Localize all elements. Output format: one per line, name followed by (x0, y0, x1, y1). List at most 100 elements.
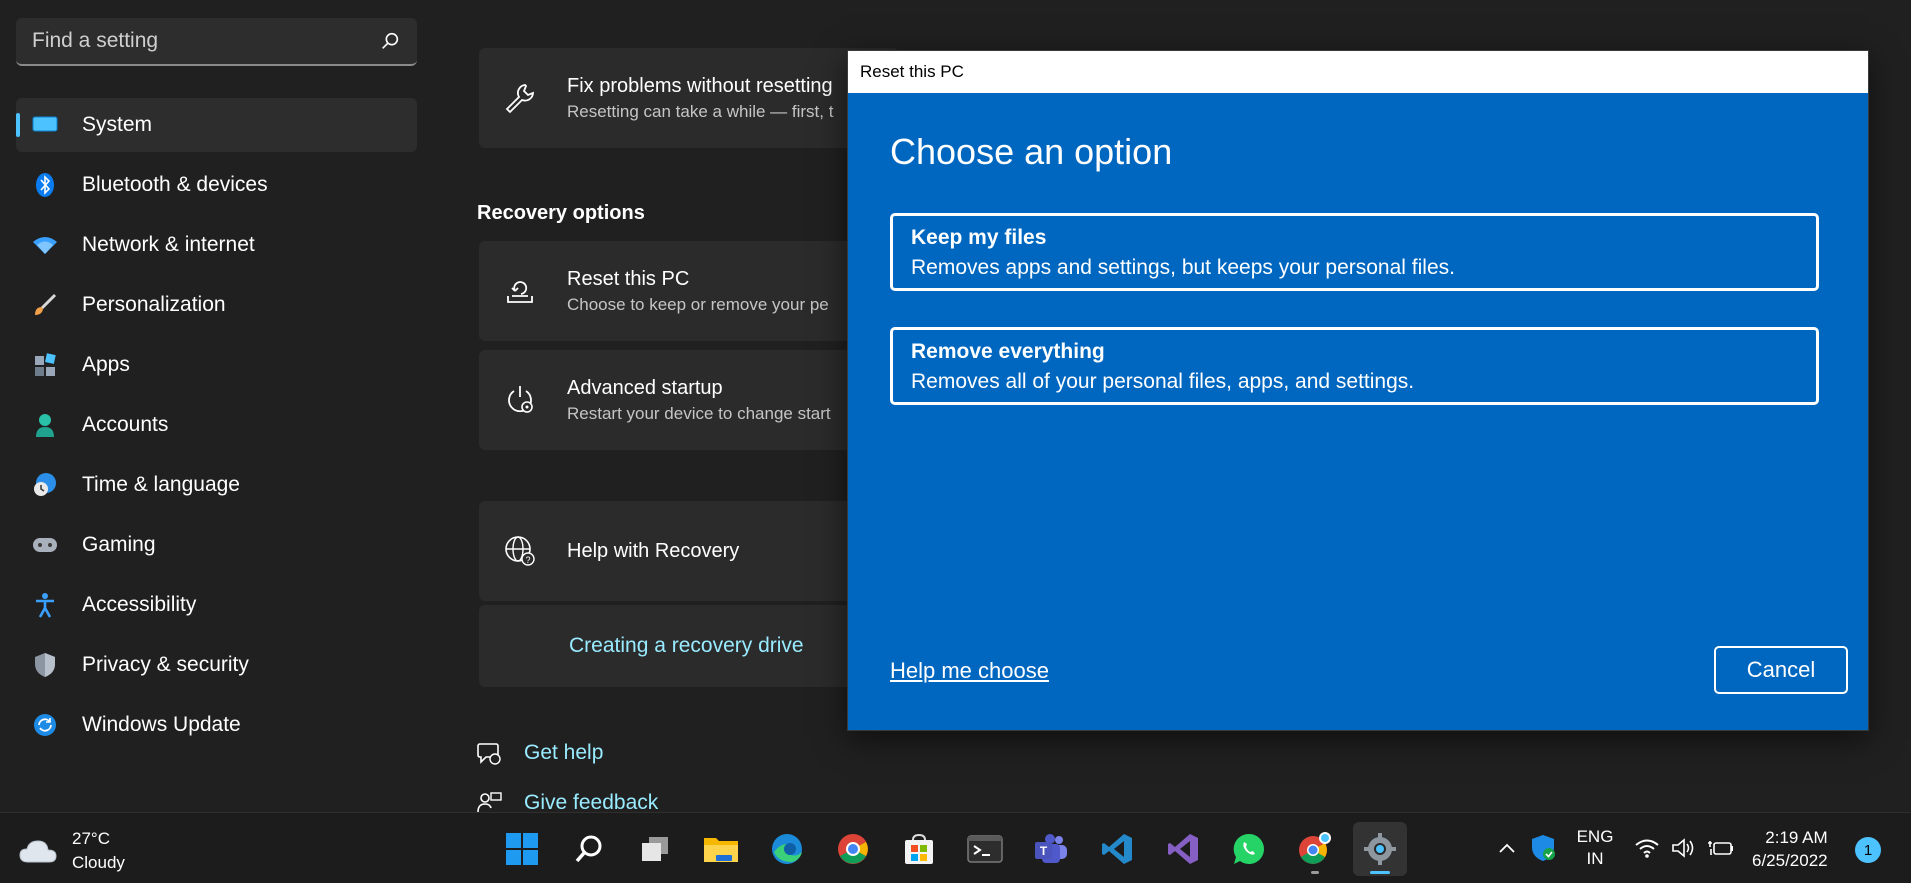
vscode-icon (1102, 834, 1132, 864)
settings-button[interactable] (1353, 822, 1407, 876)
language-code: ENG (1576, 827, 1614, 846)
battery-charging-icon (1708, 841, 1733, 855)
sidebar-item-apps[interactable]: Apps (16, 338, 417, 392)
visual-studio-icon (1168, 834, 1198, 864)
search-icon[interactable] (379, 30, 401, 52)
sidebar-item-accessibility[interactable]: Accessibility (16, 578, 417, 632)
start-button[interactable] (495, 822, 549, 876)
notification-badge[interactable]: 1 (1855, 837, 1881, 863)
recovery-drive-link[interactable]: Creating a recovery drive (569, 634, 804, 658)
bluetooth-icon (32, 172, 58, 198)
weather-condition: Cloudy (72, 853, 125, 872)
running-indicator (1311, 871, 1319, 874)
edge-button[interactable] (760, 822, 814, 876)
accessibility-icon (32, 592, 58, 618)
whatsapp-button[interactable] (1222, 822, 1276, 876)
chrome-canary-icon (1299, 832, 1331, 864)
active-indicator (1370, 871, 1390, 874)
teams-button[interactable]: T (1024, 822, 1078, 876)
person-icon (32, 412, 58, 438)
taskbar-search-button[interactable] (562, 822, 616, 876)
task-view-icon (642, 837, 668, 861)
chevron-up-icon (1499, 843, 1515, 853)
svg-text:T: T (1040, 844, 1048, 858)
sidebar-item-privacy[interactable]: Privacy & security (16, 638, 417, 692)
battery-tray-button[interactable] (1706, 833, 1736, 863)
sidebar-item-time-language[interactable]: Time & language (16, 458, 417, 512)
vscode-button[interactable] (1090, 822, 1144, 876)
get-help-link[interactable]: Get help (524, 741, 603, 765)
terminal-icon (967, 835, 1003, 863)
advanced-startup-title: Advanced startup (567, 376, 723, 399)
network-tray-button[interactable] (1632, 833, 1662, 863)
chrome-button[interactable] (826, 822, 880, 876)
remove-everything-option[interactable]: Remove everything Removes all of your pe… (890, 327, 1819, 405)
keep-my-files-option[interactable]: Keep my files Removes apps and settings,… (890, 213, 1819, 291)
region-code: IN (1586, 849, 1604, 868)
option-title: Keep my files (911, 226, 1047, 249)
visual-studio-button[interactable] (1156, 822, 1210, 876)
store-button[interactable] (892, 822, 946, 876)
monitor-icon (32, 112, 58, 138)
advanced-startup-card[interactable]: Advanced startup Restart your device to … (479, 350, 899, 450)
sidebar-item-gaming[interactable]: Gaming (16, 518, 417, 572)
fix-problems-title: Fix problems without resetting (567, 74, 833, 97)
advanced-startup-subtitle: Restart your device to change start (567, 403, 831, 423)
language-indicator[interactable]: ENG IN (1570, 825, 1620, 871)
clock[interactable]: 2:19 AM 6/25/2022 (1752, 826, 1828, 872)
sidebar-item-bluetooth[interactable]: Bluetooth & devices (16, 158, 417, 212)
option-title: Remove everything (911, 340, 1105, 363)
clock-date: 6/25/2022 (1752, 851, 1828, 870)
edge-icon (772, 834, 802, 864)
sidebar-item-label: Time & language (82, 473, 240, 496)
gamepad-icon (32, 532, 58, 558)
help-recovery-card[interactable]: ? Help with Recovery (479, 501, 899, 601)
wifi-icon (1635, 839, 1659, 858)
chrome-icon (838, 834, 868, 864)
fix-problems-card[interactable]: Fix problems without resetting Resetting… (479, 48, 899, 148)
sidebar-item-network[interactable]: Network & internet (16, 218, 417, 272)
globe-clock-icon (32, 472, 58, 498)
show-hidden-icons-button[interactable] (1494, 835, 1520, 861)
dialog-window-title: Reset this PC (860, 62, 964, 81)
get-help-icon (477, 743, 501, 765)
cancel-button[interactable]: Cancel (1714, 646, 1848, 694)
get-help-row[interactable]: Get help (476, 740, 603, 766)
defender-tray-button[interactable] (1528, 833, 1558, 863)
sidebar-item-label: Apps (82, 353, 130, 376)
globe-icon: ? (505, 536, 535, 566)
sidebar-item-label: Accounts (82, 413, 169, 436)
sidebar-item-label: System (82, 113, 153, 136)
update-icon (32, 712, 58, 738)
option-description: Removes apps and settings, but keeps you… (911, 256, 1455, 279)
recovery-options-heading: Recovery options (477, 202, 645, 224)
reset-pc-subtitle: Choose to keep or remove your pe (567, 294, 829, 314)
task-view-button[interactable] (628, 822, 682, 876)
sidebar-item-accounts[interactable]: Accounts (16, 398, 417, 452)
sidebar-item-label: Gaming (82, 533, 156, 556)
start-icon (506, 833, 538, 865)
sidebar-item-system[interactable]: System (16, 98, 417, 152)
file-explorer-button[interactable] (694, 822, 748, 876)
file-explorer-icon (704, 838, 738, 862)
sidebar-item-windows-update[interactable]: Windows Update (16, 698, 417, 752)
search-placeholder: Find a setting (32, 29, 159, 52)
dialog-heading: Choose an option (890, 131, 1173, 172)
chrome-canary-button[interactable] (1288, 822, 1342, 876)
dialog-titlebar[interactable]: Reset this PC (848, 51, 1868, 93)
weather-widget[interactable]: 27°C Cloudy (18, 827, 125, 875)
clock-time: 2:19 AM (1765, 828, 1828, 847)
reset-pc-card[interactable]: Reset this PC Choose to keep or remove y… (479, 241, 899, 341)
volume-tray-button[interactable] (1669, 833, 1699, 863)
settings-icon (1364, 833, 1396, 865)
help-me-choose-link[interactable]: Help me choose (890, 658, 1049, 684)
brush-icon (32, 292, 58, 318)
recovery-drive-row: Creating a recovery drive (479, 605, 899, 687)
option-description: Removes all of your personal files, apps… (911, 370, 1415, 393)
teams-icon: T (1035, 834, 1067, 863)
reset-pc-dialog: Reset this PC Choose an option Keep my f… (847, 50, 1869, 731)
terminal-button[interactable] (958, 822, 1012, 876)
whatsapp-icon (1233, 833, 1264, 864)
search-input[interactable]: Find a setting (16, 18, 417, 66)
sidebar-item-personalization[interactable]: Personalization (16, 278, 417, 332)
